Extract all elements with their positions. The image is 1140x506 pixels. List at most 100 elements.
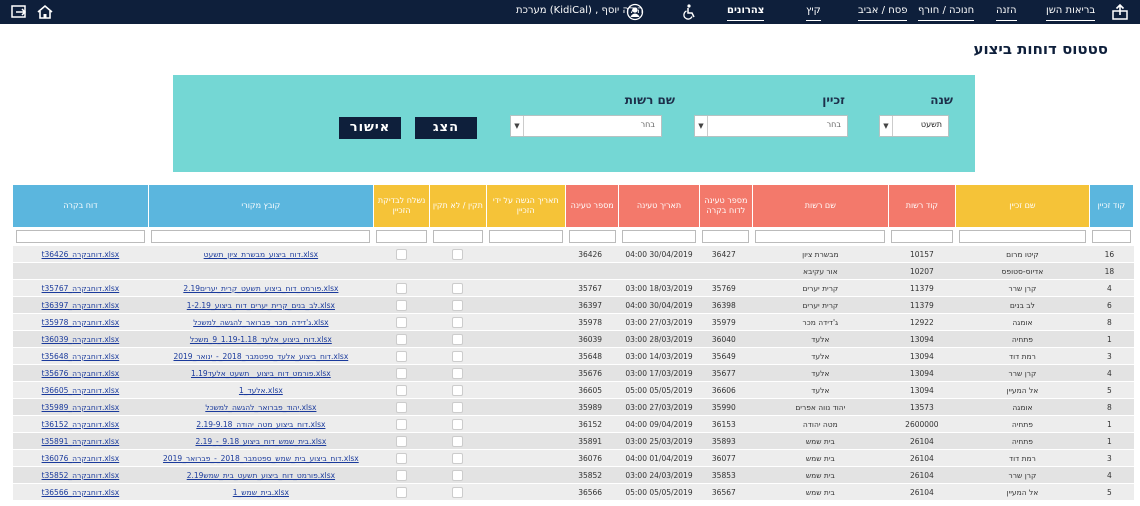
control-report-link[interactable]: t35989_דוחבקרה.xlsx — [42, 403, 120, 412]
control-report-link[interactable]: t35648_דוחבקרה.xlsx — [42, 352, 120, 361]
filter-input[interactable] — [489, 230, 563, 243]
filter-input[interactable] — [1092, 230, 1131, 243]
original-file-link[interactable]: בית_שמש_1.xlsx — [233, 488, 289, 497]
cell-authority-code: 12922 — [888, 313, 956, 331]
col-header-control-load-number[interactable]: מספר טעינה לדוח בקרה — [698, 184, 753, 228]
original-file-link[interactable]: דוח_ביצוע_בית_שמש_ספטמבר_2018_-_פברואר_2… — [163, 454, 359, 463]
accessibility-icon[interactable] — [680, 3, 698, 21]
filter-input[interactable] — [891, 230, 953, 243]
filter-input[interactable] — [755, 230, 886, 243]
checkbox[interactable] — [452, 350, 464, 362]
col-header-control-report[interactable]: דוח בקרה — [12, 184, 149, 228]
checkbox[interactable] — [396, 299, 408, 311]
filter-input[interactable] — [15, 230, 146, 243]
col-header-original-file[interactable]: קובץ מקורי — [147, 184, 374, 228]
col-header-valid[interactable]: תקין / לא תקין — [429, 184, 487, 228]
original-file-link[interactable]: לב_בנים_קרית_יערים_דוח_ביצוע_1-2.19.xlsx — [187, 301, 335, 310]
col-header-authority-name[interactable]: שם רשות — [751, 184, 889, 228]
col-header-franchisee-name[interactable]: שם זכיין — [955, 184, 1090, 228]
nav-item-summer[interactable]: קיץ — [806, 2, 821, 21]
checkbox[interactable] — [452, 367, 464, 379]
nav-item-nutrition[interactable]: הזנה — [996, 2, 1017, 21]
original-file-link[interactable]: דוח_ביצוע_מטה_יהודה_2.19-9.18.xlsx — [196, 420, 325, 429]
col-header-franchisee-code[interactable]: קוד זכיין — [1088, 184, 1135, 228]
original-file-link[interactable]: בית_שמש_דוח_ביצוע_9.18_-_2.19.xlsx — [195, 437, 326, 446]
checkbox[interactable] — [452, 299, 464, 311]
col-header-authority-code[interactable]: קוד רשות — [887, 184, 957, 228]
checkbox[interactable] — [452, 333, 464, 345]
checkbox[interactable] — [396, 418, 408, 430]
checkbox[interactable] — [452, 469, 464, 481]
authority-select[interactable]: בחר ▼ — [510, 115, 662, 137]
cell-original-file: דוח_ביצוע_אלעד_ספטמבר_2018_-_ינואר_2019.… — [148, 347, 374, 365]
filter-input[interactable] — [432, 230, 484, 243]
checkbox[interactable] — [452, 401, 464, 413]
cell-valid — [429, 347, 487, 365]
checkbox[interactable] — [396, 282, 408, 294]
original-file-link[interactable]: דוח_ביצוע_מבשרת_ציון_תשעט.xlsx — [204, 250, 318, 259]
col-header-load-number[interactable]: מספר טעינה — [564, 184, 620, 228]
nav-item-hanukkah-winter[interactable]: חנוכה / חורף — [918, 2, 975, 21]
checkbox[interactable] — [452, 452, 464, 464]
original-file-link[interactable]: פורמט_דוח_ביצוע__תשעט_אלעד1.19.xlsx — [191, 369, 331, 378]
original-file-link[interactable]: דוח_ביצוע_אלעד_ספטמבר_2018_-_ינואר_2019.… — [173, 352, 348, 361]
control-report-link[interactable]: t36605_דוחבקרה.xlsx — [42, 386, 120, 395]
checkbox[interactable] — [396, 316, 408, 328]
original-file-link[interactable]: דוח_ביצוע_אלעד_1.19-1.18_9_משכל.xlsx — [190, 335, 332, 344]
franchisee-select[interactable]: בחר ▼ — [694, 115, 848, 137]
control-report-link[interactable]: t35978_דוחבקרה.xlsx — [42, 318, 120, 327]
control-report-link[interactable]: t36397_דוחבקרה.xlsx — [42, 301, 120, 310]
checkbox[interactable] — [452, 316, 464, 328]
upload-icon[interactable] — [1111, 3, 1129, 21]
col-header-sent-for-review[interactable]: נשלח לבדיקת הזכיין — [372, 184, 431, 228]
control-report-link[interactable]: t35676_דוחבקרה.xlsx — [42, 369, 120, 378]
control-report-link[interactable]: t36426_דוחבקרה.xlsx — [42, 250, 120, 259]
checkbox[interactable] — [396, 333, 408, 345]
checkbox[interactable] — [396, 486, 408, 498]
checkbox[interactable] — [452, 248, 464, 260]
filter-input[interactable] — [151, 230, 371, 243]
filter-input[interactable] — [568, 230, 616, 243]
original-file-link[interactable]: ג'דידה_מכר_פברואר_להגשה_למשכל.xlsx — [193, 318, 328, 327]
checkbox[interactable] — [396, 452, 408, 464]
checkbox[interactable] — [396, 248, 408, 260]
checkbox[interactable] — [452, 384, 464, 396]
checkbox[interactable] — [396, 401, 408, 413]
filter-input[interactable] — [702, 230, 750, 243]
control-report-link[interactable]: t36039_דוחבקרה.xlsx — [42, 335, 120, 344]
control-report-link[interactable]: t35891_דוחבקרה.xlsx — [42, 437, 120, 446]
home-icon[interactable] — [36, 3, 54, 21]
filter-input[interactable] — [376, 230, 427, 243]
checkbox[interactable] — [452, 418, 464, 430]
control-report-link[interactable]: t35852_דוחבקרה.xlsx — [42, 471, 120, 480]
cell-sent-for-review — [373, 364, 430, 382]
checkbox[interactable] — [452, 282, 464, 294]
checkbox[interactable] — [452, 435, 464, 447]
control-report-link[interactable]: t36566_דוחבקרה.xlsx — [42, 488, 120, 497]
checkbox[interactable] — [396, 367, 408, 379]
control-report-link[interactable]: t36152_דוחבקרה.xlsx — [42, 420, 120, 429]
original-file-link[interactable]: אלעד_1.xlsx — [239, 386, 283, 395]
show-button[interactable]: הצג — [415, 117, 477, 139]
user-icon[interactable] — [626, 3, 644, 21]
control-report-link[interactable]: t36076_דוחבקרה.xlsx — [42, 454, 120, 463]
nav-item-afternoon[interactable]: צהרונים — [727, 2, 765, 21]
filter-input[interactable] — [621, 230, 697, 243]
original-file-link[interactable]: יהוד_פברואר_להגשה_למשכל.xlsx — [205, 403, 316, 412]
checkbox[interactable] — [396, 350, 408, 362]
checkbox[interactable] — [396, 469, 408, 481]
checkbox[interactable] — [452, 486, 464, 498]
logout-icon[interactable] — [10, 3, 28, 21]
nav-item-dental-health[interactable]: בריאות השן — [1046, 2, 1096, 21]
year-select[interactable]: תשעט ▼ — [879, 115, 949, 137]
confirm-button[interactable]: אישור — [339, 117, 401, 139]
col-header-submission-date[interactable]: תאריך הגשה על ידי הזכיין — [485, 184, 567, 228]
checkbox[interactable] — [396, 384, 408, 396]
col-header-load-date[interactable]: תאריך טעינה — [618, 184, 700, 228]
filter-input[interactable] — [958, 230, 1087, 243]
original-file-link[interactable]: פורמט_דוח_ביצוע_תשעט_קרית_יערים2.19.xlsx — [183, 284, 338, 293]
original-file-link[interactable]: פורמט_דוח_ביצוע_תשעט_בית_שמש2.19.xlsx — [187, 471, 335, 480]
nav-item-passover-spring[interactable]: פסח / אביב — [858, 2, 908, 21]
checkbox[interactable] — [396, 435, 408, 447]
control-report-link[interactable]: t35767_דוחבקרה.xlsx — [42, 284, 120, 293]
